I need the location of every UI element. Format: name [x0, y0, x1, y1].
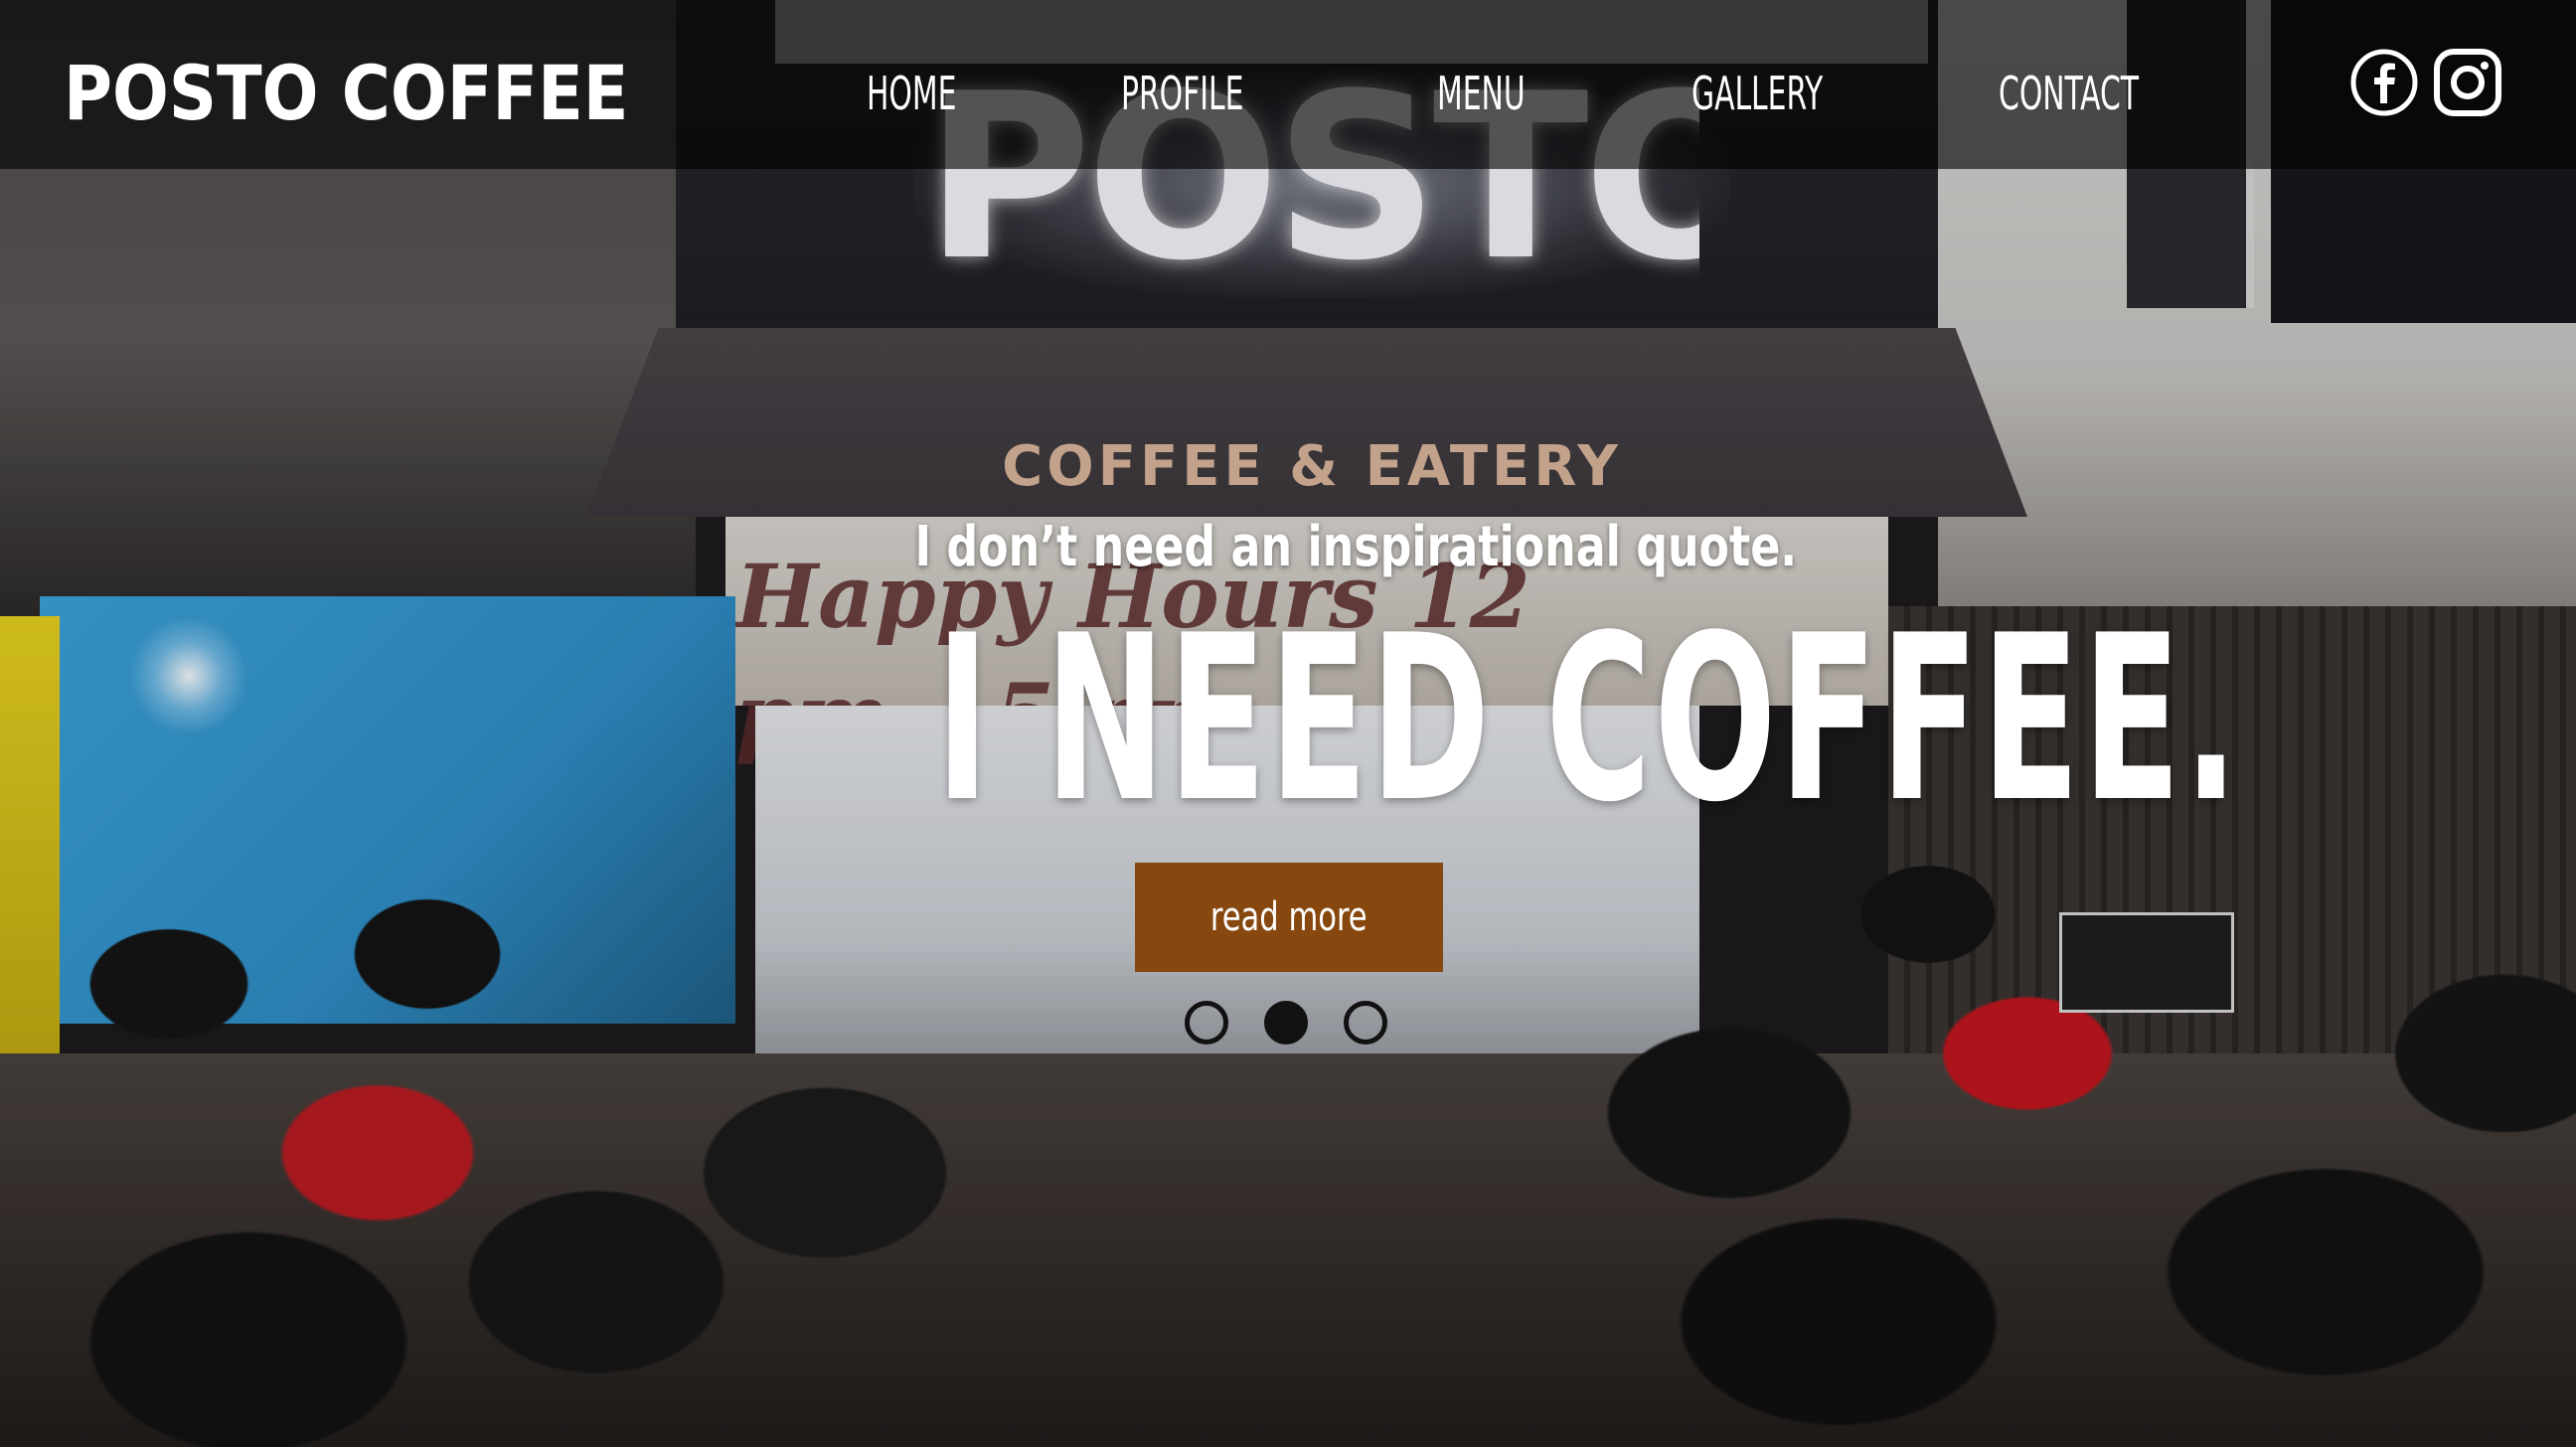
read-more-button[interactable]: read more	[1135, 863, 1443, 972]
slider-dots	[1185, 998, 1403, 1057]
hero-section: POSTO COFFEE & EATERY Happy Hours 12 pm …	[0, 0, 2576, 1447]
site-logo[interactable]: POSTO COFFEE	[64, 44, 628, 143]
top-navbar: POSTO COFFEE HOME PROFILE MENU GALLERY C…	[0, 0, 2576, 169]
slider-dot-1[interactable]	[1185, 1001, 1228, 1045]
nav-item-contact[interactable]: CONTACT	[1999, 62, 2139, 125]
instagram-icon[interactable]	[2433, 48, 2502, 117]
nav-item-profile[interactable]: PROFILE	[1121, 62, 1243, 125]
hero-tagline-text: I don’t need an inspirational quote.	[914, 515, 1798, 579]
navbar-highlight-strip	[775, 0, 1928, 64]
facebook-icon[interactable]	[2349, 48, 2419, 117]
hero-headline: I NEED COFFEE.	[656, 606, 2238, 835]
nav-item-home[interactable]: HOME	[867, 62, 956, 125]
hero-headline-text: I NEED COFFEE.	[935, 587, 2242, 853]
nav-item-gallery[interactable]: GALLERY	[1691, 62, 1823, 125]
nav-item-menu[interactable]: MENU	[1437, 62, 1526, 125]
read-more-label: read more	[1210, 894, 1368, 940]
slider-dot-3[interactable]	[1344, 1001, 1387, 1045]
hero-tagline: I don’t need an inspirational quote.	[855, 513, 1798, 582]
slider-dot-2[interactable]	[1264, 1001, 1308, 1045]
